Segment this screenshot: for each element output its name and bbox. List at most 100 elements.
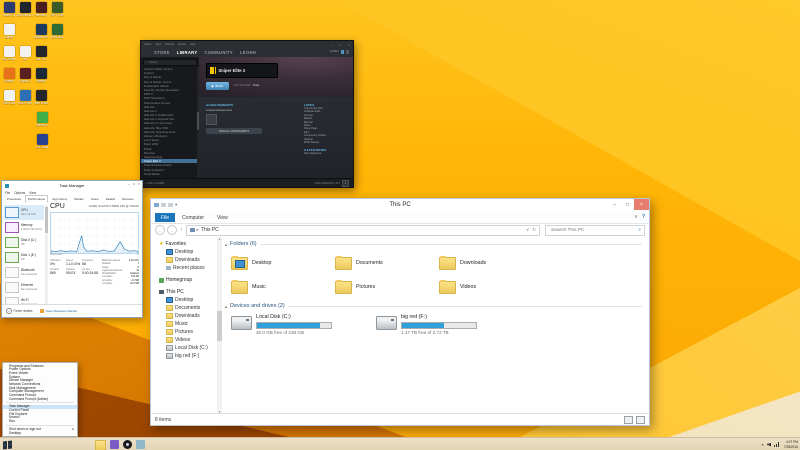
desktop-icon[interactable]: Arctic Co xyxy=(1,2,17,23)
nav-item[interactable]: Documents xyxy=(151,304,217,312)
nav-favorites[interactable]: ★ Favorites xyxy=(151,240,217,248)
desktop-icon[interactable]: EU Lang xyxy=(34,134,50,155)
fewer-details-button[interactable]: « Fewer details xyxy=(6,308,32,314)
set-categories-link[interactable]: Set Categories... xyxy=(304,152,350,155)
tm-tab[interactable]: Details xyxy=(103,195,118,203)
ribbon-tab[interactable]: View xyxy=(211,213,234,222)
nav-item[interactable]: Recent places xyxy=(151,264,217,272)
breadcrumb[interactable]: This PC xyxy=(201,227,219,233)
steam-search-box[interactable]: ⌕ Search xyxy=(143,59,197,66)
tm-sidebar-item[interactable]: Memory 1.6/16.0 GB (10%) xyxy=(4,220,44,235)
refresh-icon[interactable]: ↻ xyxy=(532,227,536,233)
desktop-icon[interactable]: Riot Dod xyxy=(1,90,17,111)
desktop-icon[interactable]: Firefox xyxy=(1,68,17,89)
folder-tile[interactable]: Pictures xyxy=(335,275,439,299)
close-icon[interactable]: × xyxy=(634,199,649,210)
nav-item[interactable]: Desktop xyxy=(151,296,217,304)
tm-scrollbar[interactable] xyxy=(45,205,48,304)
grid-view-icon[interactable] xyxy=(341,50,345,54)
list-view-icon[interactable] xyxy=(346,50,350,54)
play-button[interactable]: ▶ PLAY xyxy=(206,82,229,90)
nav-item[interactable]: Music xyxy=(151,320,217,328)
collapse-group-icon[interactable]: ▴ xyxy=(225,304,227,309)
nav-this-pc[interactable]: This PC xyxy=(151,288,217,296)
devices-group-header[interactable]: ▴ Devices and drives (2) xyxy=(225,301,648,311)
ribbon-tab[interactable]: Computer xyxy=(176,213,210,222)
folder-tile[interactable]: Videos xyxy=(439,275,543,299)
tm-tab[interactable]: Users xyxy=(88,195,102,203)
view-friends-button[interactable]: VIEW FRIENDS LIST xyxy=(314,182,340,185)
desktop-icon[interactable]: Hitman A xyxy=(33,2,49,23)
tm-tab[interactable]: Processes xyxy=(4,195,24,203)
steam-nav-item[interactable]: LEONH xyxy=(240,50,256,55)
minimize-icon[interactable]: – xyxy=(608,199,621,210)
close-icon[interactable]: × xyxy=(138,182,140,186)
maximize-icon[interactable]: □ xyxy=(621,199,634,210)
desktop-icon[interactable]: GWX Wor xyxy=(17,90,33,111)
steam-menu-item[interactable]: Friends xyxy=(165,43,174,46)
steam-link[interactable]: Write Review xyxy=(304,141,350,144)
tm-tab[interactable]: App history xyxy=(49,195,70,203)
tm-tab[interactable]: Performance xyxy=(25,195,48,203)
volume-icon[interactable] xyxy=(767,443,771,447)
minimize-icon[interactable]: – xyxy=(331,43,333,47)
nav-item[interactable]: Downloads xyxy=(151,312,217,320)
tm-sidebar-item[interactable]: Bluetooth Not connected xyxy=(4,265,44,280)
tm-sidebar-item[interactable]: Wi-Fi Not connected xyxy=(4,295,44,304)
ribbon-collapse-icon[interactable]: ∨ xyxy=(634,214,638,220)
tm-sidebar-item[interactable]: CPU 0% 1.14 GHz xyxy=(4,205,44,220)
desktop-icon[interactable]: Abject xyxy=(1,24,17,45)
collapse-group-icon[interactable]: ▴ xyxy=(225,242,227,247)
folder-tile[interactable]: Desktop xyxy=(231,251,335,275)
search-box[interactable]: ⌕ xyxy=(545,225,645,236)
folder-tile[interactable]: Downloads xyxy=(439,251,543,275)
start-button[interactable] xyxy=(3,440,12,449)
desktop-icon[interactable]: Mini Wiza xyxy=(33,90,49,111)
close-icon[interactable]: × xyxy=(348,43,350,47)
address-bar[interactable]: ▸ This PC ∨ ↻ xyxy=(186,225,541,236)
desktop-icon[interactable]: Steam xyxy=(33,68,49,89)
nav-scrollbar[interactable]: ▴ ▾ xyxy=(217,237,222,414)
taskbar-steam-icon[interactable] xyxy=(123,440,132,449)
tm-tab[interactable]: Services xyxy=(119,195,137,203)
desktop-icon[interactable]: Wolf Illus xyxy=(49,24,65,45)
resource-monitor-link[interactable]: Open Resource Monitor xyxy=(40,309,77,313)
tm-sidebar-item[interactable]: Ethernet Not connected xyxy=(4,280,44,295)
network-icon[interactable] xyxy=(774,442,779,447)
tm-titlebar[interactable]: Task Manager – □ × xyxy=(2,181,142,190)
nav-item[interactable]: Local Disk (C:) xyxy=(151,344,217,352)
search-input[interactable] xyxy=(549,227,628,234)
steam-menu-item[interactable]: Games xyxy=(178,43,186,46)
scroll-up-icon[interactable]: ▴ xyxy=(219,237,221,241)
tm-tab[interactable]: Startup xyxy=(71,195,87,203)
clock[interactable]: 4:07 PM 7/28/2015 xyxy=(784,440,798,448)
desktop-icon[interactable]: owl xyxy=(17,46,33,67)
desktop-icon[interactable]: Dia Trol xyxy=(33,46,49,67)
nav-item[interactable]: big red (F:) xyxy=(151,352,217,360)
explorer-titlebar[interactable]: ▾ This PC – □ × xyxy=(151,199,649,212)
drive-tile[interactable]: Local Disk (C:) 30.0 GB free of 238 GB xyxy=(231,314,332,335)
add-game-button[interactable]: + ADD A GAME... xyxy=(145,182,166,185)
minimize-icon[interactable]: – xyxy=(128,182,130,186)
nav-item[interactable]: Pictures xyxy=(151,328,217,336)
tm-sidebar-item[interactable]: Disk 1 (E:) 0% xyxy=(4,250,44,265)
back-button[interactable]: ← xyxy=(155,225,165,235)
folder-tile[interactable]: Music xyxy=(231,275,335,299)
folders-group-header[interactable]: ▴ Folders (6) xyxy=(225,239,648,249)
winx-menu-item[interactable]: Command Prompt (Admin) xyxy=(3,398,77,402)
details-view-icon[interactable] xyxy=(624,416,633,424)
winx-menu-item[interactable]: Desktop xyxy=(3,432,77,436)
desktop-icon[interactable]: Affinity D xyxy=(34,112,50,133)
scrollbar-thumb[interactable] xyxy=(217,311,222,341)
desktop-icon[interactable]: RIFT Lite xyxy=(49,2,65,23)
folder-tile[interactable]: Documents xyxy=(335,251,439,275)
view-achievements-button[interactable]: VIEW ALL ACHIEVEMENTS xyxy=(206,128,262,134)
nav-item[interactable]: Downloads xyxy=(151,256,217,264)
steam-menu-item[interactable]: Help xyxy=(190,43,195,46)
breadcrumb-arrow-icon[interactable]: ▸ xyxy=(197,227,200,233)
desktop-icon[interactable]: BioShock 2 xyxy=(17,2,33,23)
steam-menu-item[interactable]: View xyxy=(156,43,162,46)
thumbnail-view-icon[interactable] xyxy=(636,416,645,424)
help-icon[interactable]: ? xyxy=(642,214,645,220)
winx-menu-item[interactable]: Shut down or sign out xyxy=(3,428,77,432)
